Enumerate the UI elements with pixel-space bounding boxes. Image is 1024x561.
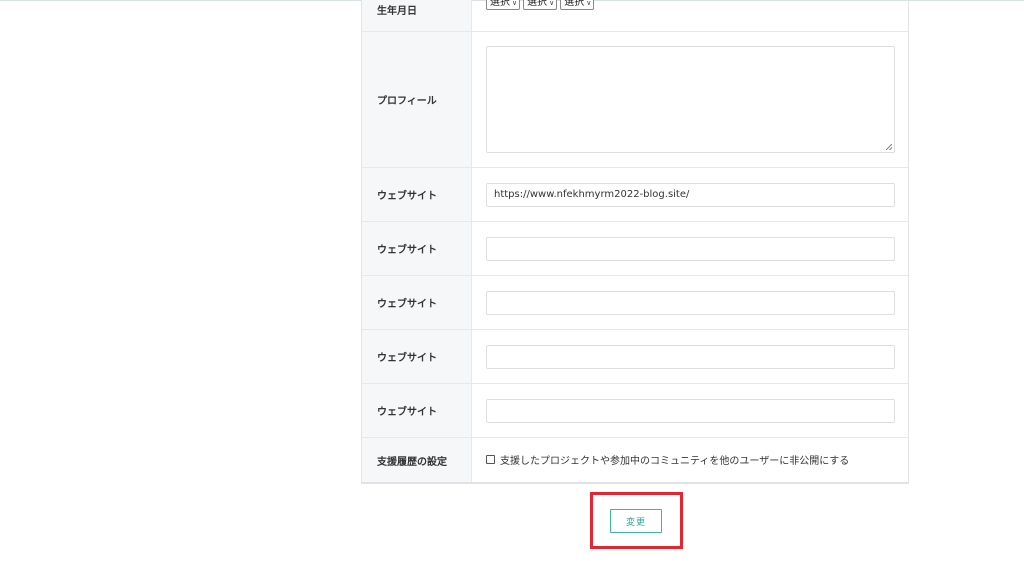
website-row-4: ウェブサイト [362,330,908,384]
profile-row: プロフィール [362,32,908,168]
hide-support-history-text: 支援したプロジェクトや参加中のコミュニティを他のユーザーに非公開にする [500,455,850,467]
birthdate-label: 生年月日 [362,0,472,31]
hide-support-history-option[interactable]: 支援したプロジェクトや参加中のコミュニティを他のユーザーに非公開にする [486,452,849,467]
birth-day-select-value: 選択 [564,0,585,8]
website-value [472,330,909,383]
website-row-1: ウェブサイト https://www.nfekhmyrm2022-blog.si… [362,168,908,222]
birthdate-value: 選択 ∨ 選択 ∨ 選択 ∨ [472,0,908,31]
profile-label: プロフィール [362,32,472,167]
profile-value [472,32,909,167]
website-label: ウェブサイト [362,276,472,329]
birth-day-select[interactable]: 選択 ∨ [560,0,595,10]
website-row-2: ウェブサイト [362,222,908,276]
website-label: ウェブサイト [362,330,472,383]
birth-month-select[interactable]: 選択 ∨ [523,0,558,10]
chevron-down-icon: ∨ [586,0,592,7]
website-input-2[interactable] [486,236,895,261]
chevron-down-icon: ∨ [549,0,555,7]
support-history-label: 支援履歴の設定 [362,438,472,482]
website-input-5[interactable] [486,398,895,423]
website-value: https://www.nfekhmyrm2022-blog.site/ [472,168,909,221]
website-input-4[interactable] [486,344,895,369]
website-value [472,222,909,275]
website-input-3[interactable] [486,290,895,315]
website-row-5: ウェブサイト [362,384,908,438]
submit-change-button[interactable]: 変更 [610,509,662,533]
resize-grip-icon[interactable] [886,144,892,150]
birth-month-select-value: 選択 [527,0,548,8]
website-value [472,276,909,329]
chevron-down-icon: ∨ [512,0,518,7]
support-history-value: 支援したプロジェクトや参加中のコミュニティを他のユーザーに非公開にする [472,438,908,482]
profile-form-table: 生年月日 選択 ∨ 選択 ∨ 選択 ∨ プロフィール ウェブサイト https:… [361,0,909,484]
birthdate-row: 生年月日 選択 ∨ 選択 ∨ 選択 ∨ [362,0,908,32]
website-input-1[interactable]: https://www.nfekhmyrm2022-blog.site/ [486,182,895,207]
support-history-row: 支援履歴の設定 支援したプロジェクトや参加中のコミュニティを他のユーザーに非公開… [362,438,908,482]
profile-textarea[interactable] [486,46,895,153]
website-label: ウェブサイト [362,168,472,221]
hide-support-history-checkbox[interactable] [486,454,495,464]
website-label: ウェブサイト [362,384,472,437]
birth-year-select[interactable]: 選択 ∨ [486,0,521,10]
website-value [472,384,909,437]
website-label: ウェブサイト [362,222,472,275]
website-row-3: ウェブサイト [362,276,908,330]
birthdate-selects: 選択 ∨ 選択 ∨ 選択 ∨ [486,0,595,10]
birth-year-select-value: 選択 [490,0,510,8]
